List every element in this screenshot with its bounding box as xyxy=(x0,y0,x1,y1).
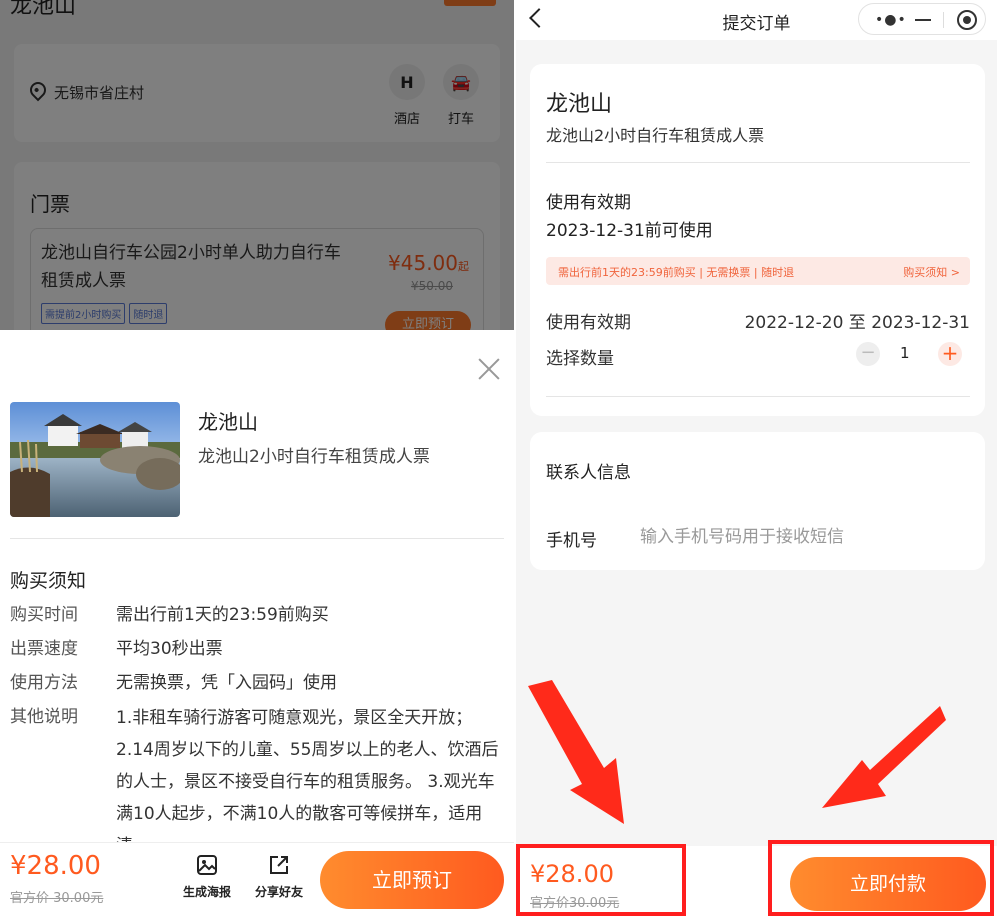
quantity-label: 选择数量 xyxy=(546,349,614,369)
notice-key: 购买时间 xyxy=(10,605,78,625)
sheet-price: ¥28.00 xyxy=(10,851,101,881)
order-product-name: 龙池山 xyxy=(546,92,613,117)
red-arrow-icon xyxy=(822,706,946,808)
validity-range-label: 使用有效期 xyxy=(546,313,631,333)
sheet-original-price: 官方价 30.00元 xyxy=(10,891,104,906)
product-detail-panel: 龙池山 无锡市省庄村 H 酒店 🚘 打车 门票 龙池山自行车公园2小时单人助力自… xyxy=(0,0,514,916)
purchase-notice-link[interactable]: 购买须知 > xyxy=(903,264,960,280)
nav-bar: 提交订单 •●• xyxy=(516,0,997,40)
share-icon xyxy=(270,856,288,874)
miniprogram-capsule: •●• xyxy=(858,3,986,35)
order-card: 龙池山 龙池山2小时自行车租赁成人票 使用有效期 2023-12-31前可使用 … xyxy=(530,64,985,416)
notice-row: 购买时间 需出行前1天的23:59前购买 xyxy=(10,600,504,630)
purchase-notice-banner[interactable]: 需出行前1天的23:59前购买 | 无需换票 | 随时退 购买须知 > xyxy=(546,257,970,285)
notice-value: 无需换票，凭「入园码」使用 xyxy=(116,673,337,693)
book-now-button[interactable]: 立即预订 xyxy=(320,851,504,909)
validity-label: 使用有效期 xyxy=(546,193,631,213)
contact-card: 联系人信息 手机号 xyxy=(530,432,985,570)
quantity-value: 1 xyxy=(900,344,910,362)
generate-poster-button[interactable]: 生成海报 xyxy=(174,853,240,900)
notice-key: 出票速度 xyxy=(10,639,78,659)
notice-title: 购买须知 xyxy=(10,570,87,592)
pay-button-highlight-box xyxy=(768,840,994,916)
screenshot-root: 龙池山 无锡市省庄村 H 酒店 🚘 打车 门票 龙池山自行车公园2小时单人助力自… xyxy=(0,0,997,916)
red-arrow-icon xyxy=(528,680,624,824)
share-button[interactable]: 分享好友 xyxy=(246,853,312,900)
generate-poster-label: 生成海报 xyxy=(182,885,231,899)
notice-list: 购买时间 需出行前1天的23:59前购买 出票速度 平均30秒出票 使用方法 无… xyxy=(10,600,504,866)
sheet-bottom-bar: ¥28.00 官方价 30.00元 生成海报 分享好友 立即预订 xyxy=(0,842,514,916)
phone-input[interactable] xyxy=(640,522,960,552)
lake-scene-image xyxy=(10,402,180,517)
notice-key: 使用方法 xyxy=(10,673,78,693)
capsule-divider xyxy=(943,12,944,28)
image-icon xyxy=(197,855,217,875)
notice-value: 1.非租车骑行游客可随意观光，景区全天开放； 2.14周岁以下的儿童、55周岁以… xyxy=(116,708,499,856)
close-icon[interactable] xyxy=(478,358,500,380)
quantity-increase-button[interactable]: + xyxy=(938,342,962,366)
product-subtitle: 龙池山2小时自行车租赁成人票 xyxy=(198,447,430,467)
validity-range-value: 2022-12-20 至 2023-12-31 xyxy=(744,313,970,333)
minimize-icon[interactable] xyxy=(915,19,931,21)
share-label: 分享好友 xyxy=(254,885,303,899)
divider xyxy=(10,538,504,539)
order-product-subtitle: 龙池山2小时自行车租赁成人票 xyxy=(546,126,765,145)
notice-key: 其他说明 xyxy=(10,707,78,727)
notice-banner-text: 需出行前1天的23:59前购买 | 无需换票 | 随时退 xyxy=(558,266,795,279)
purchase-sheet: 龙池山 龙池山2小时自行车租赁成人票 购买须知 购买时间 需出行前1天的23:5… xyxy=(0,330,514,916)
exit-miniprogram-icon[interactable] xyxy=(957,10,977,30)
validity-date: 2023-12-31前可使用 xyxy=(546,221,713,241)
phone-label: 手机号 xyxy=(546,531,597,551)
notice-value: 平均30秒出票 xyxy=(116,639,223,659)
price-highlight-box xyxy=(516,844,686,916)
product-thumbnail xyxy=(10,402,180,517)
modal-overlay[interactable] xyxy=(0,0,514,330)
notice-row: 出票速度 平均30秒出票 xyxy=(10,634,504,664)
notice-row: 使用方法 无需换票，凭「入园码」使用 xyxy=(10,668,504,698)
contact-title: 联系人信息 xyxy=(546,463,631,483)
quantity-decrease-button[interactable]: − xyxy=(856,342,880,366)
notice-value: 需出行前1天的23:59前购买 xyxy=(116,605,329,625)
notice-row: 其他说明 1.非租车骑行游客可随意观光，景区全天开放； 2.14周岁以下的儿童、… xyxy=(10,702,504,862)
divider xyxy=(546,162,970,163)
divider xyxy=(546,396,970,397)
product-name: 龙池山 xyxy=(198,410,258,434)
more-icon[interactable]: •●• xyxy=(875,12,907,28)
